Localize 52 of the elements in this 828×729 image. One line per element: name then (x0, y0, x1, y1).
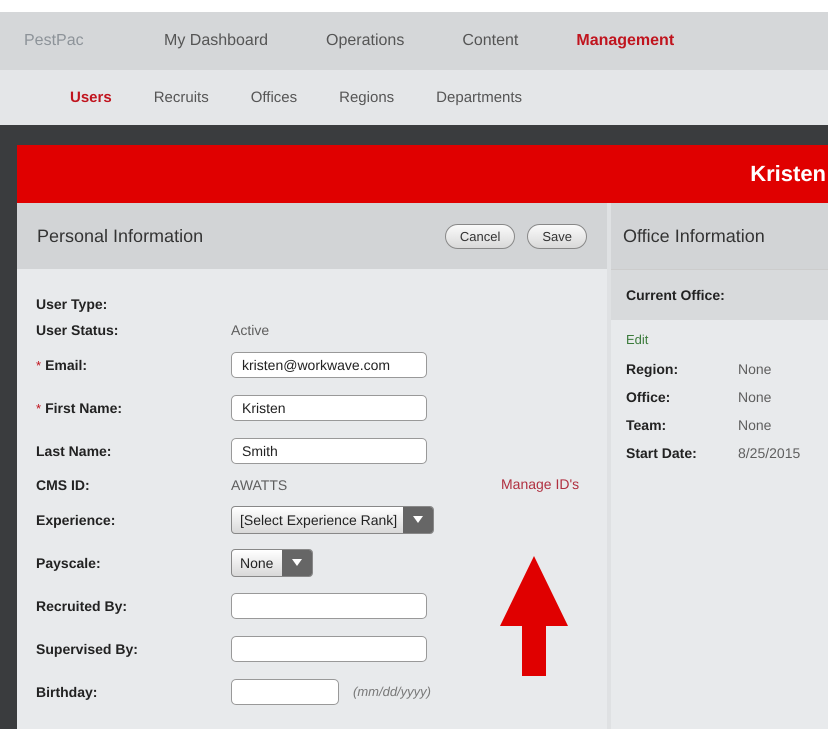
field-label: User Type: (36, 296, 108, 312)
required-mark: * (36, 400, 42, 416)
field-label: Email: (45, 356, 88, 372)
field-value: None (738, 417, 772, 433)
date-hint: (mm/dd/yyyy) (353, 684, 431, 699)
field-label: Birthday: (36, 684, 98, 700)
nav-tab[interactable]: Operations (326, 32, 404, 50)
input-field[interactable]: kristen@workwave.com (231, 352, 427, 378)
field-value: AWATTS (231, 477, 288, 493)
nav-tab[interactable]: Content (462, 32, 518, 50)
caret-icon (412, 515, 424, 524)
field-label: Payscale: (36, 554, 101, 570)
caret-icon (291, 558, 303, 567)
field-value: None (738, 361, 772, 377)
field-label: Supervised By: (36, 640, 138, 656)
input-field[interactable]: Kristen (231, 394, 427, 420)
field-label: Office: (626, 389, 672, 405)
nav-tab[interactable]: Management (576, 32, 674, 50)
action-button[interactable]: Cancel (444, 224, 516, 248)
action-button[interactable]: Save (527, 224, 587, 248)
field-label: First Name: (45, 400, 122, 416)
dropdown[interactable]: [Select Experience Rank] (231, 506, 434, 534)
field-label: User Status: (36, 322, 118, 338)
nav-tab[interactable]: My Dashboard (164, 32, 268, 50)
sub-nav-tab[interactable]: Users (70, 89, 112, 106)
sub-nav-tab[interactable]: Offices (250, 89, 298, 106)
date-field[interactable] (231, 678, 339, 704)
input-field[interactable]: Smith (231, 438, 427, 464)
sub-nav-tab[interactable]: Recruits (154, 89, 209, 106)
required-mark: * (36, 358, 42, 372)
user-name-title: Kristen (750, 161, 826, 187)
sub-nav-tab[interactable]: Regions (339, 89, 394, 106)
field-label: Experience: (36, 512, 116, 528)
field-label: Region: (626, 361, 680, 377)
sub-nav-tab[interactable]: Departments (436, 89, 522, 106)
panel-title: Office Information (623, 226, 765, 246)
field-label: Start Date: (626, 445, 698, 461)
input-field[interactable] (231, 592, 427, 618)
field-value: None (738, 389, 772, 405)
manage-ids-link[interactable]: Manage ID's (501, 476, 580, 492)
brand-logo: PestPac (24, 32, 85, 50)
panel-title: Personal Information (37, 226, 204, 246)
section-title: Current Office: (626, 287, 725, 303)
field-label: Team: (626, 417, 668, 433)
field-value: 8/25/2015 (738, 445, 800, 461)
field-value: Active (231, 322, 270, 338)
edit-link[interactable]: Edit (626, 332, 828, 347)
dropdown[interactable]: None (231, 548, 313, 576)
field-label: CMS ID: (36, 477, 90, 493)
input-field[interactable] (231, 636, 427, 662)
field-label: Last Name: (36, 442, 112, 458)
field-label: Recruited By: (36, 598, 128, 614)
